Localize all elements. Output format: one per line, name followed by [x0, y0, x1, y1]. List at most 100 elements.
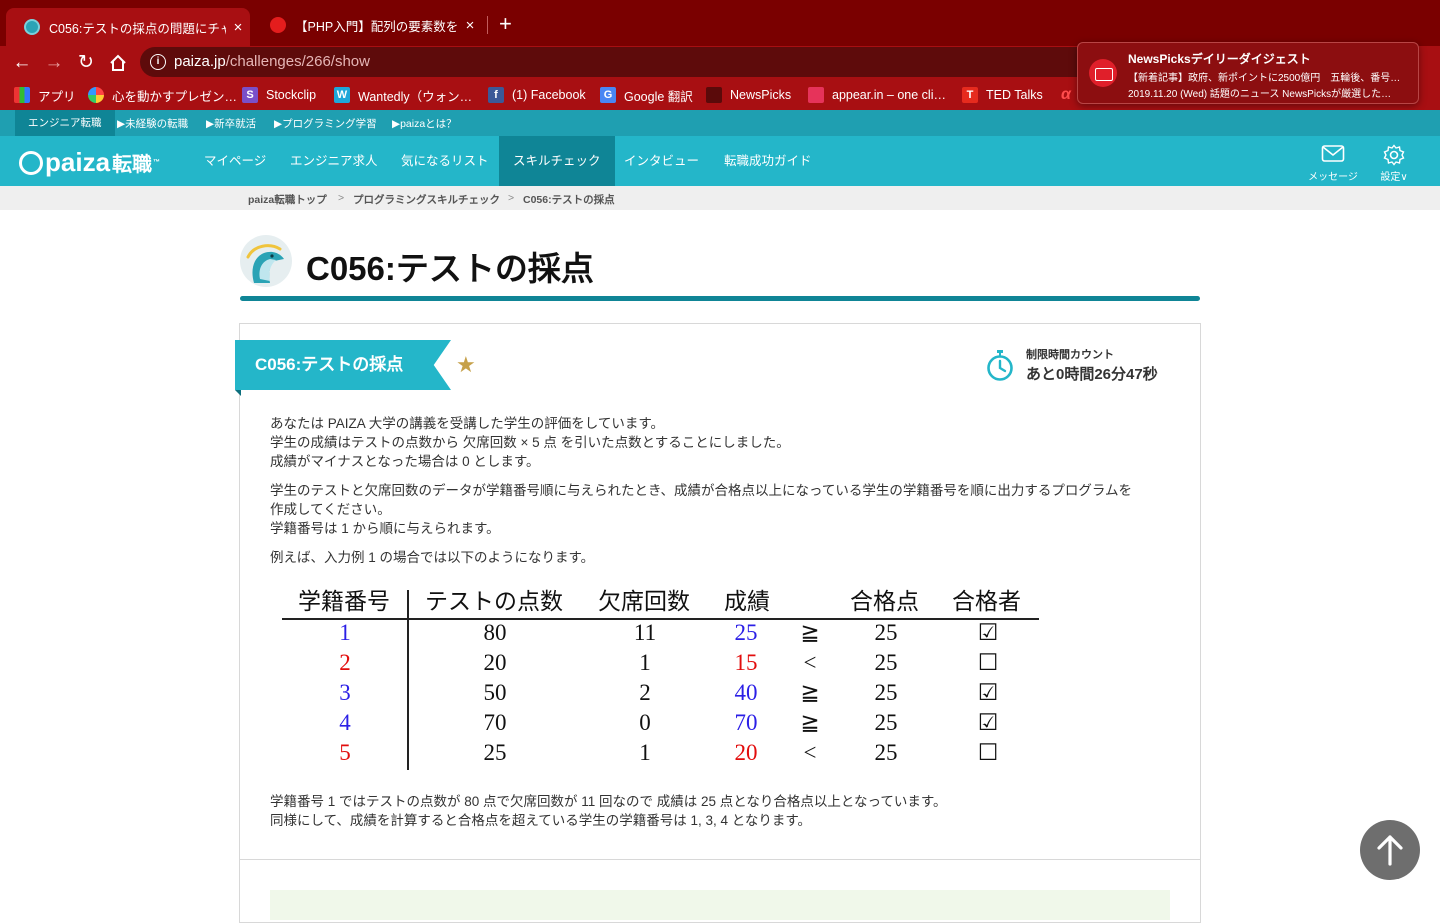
logo-suffix: 転職: [112, 154, 153, 176]
notification-title: NewsPicksデイリーダイジェスト: [1128, 52, 1311, 66]
problem-text-line: 成績がマイナスとなった場合は 0 とします。: [270, 454, 540, 469]
bookmark-facebook[interactable]: f (1) Facebook: [488, 85, 586, 105]
bookmark-ted[interactable]: T TED Talks: [962, 85, 1043, 105]
paiza-logo-mark-icon: [19, 150, 43, 175]
tab-divider: [487, 16, 488, 34]
appearin-icon: [808, 87, 824, 103]
paiza-logo[interactable]: paiza 転職 ™: [19, 147, 160, 178]
nav-interview[interactable]: インタビュー: [610, 136, 713, 186]
bookmark-appearin[interactable]: appear.in – one cli…: [808, 85, 946, 105]
cell-student-id: 3: [339, 680, 351, 705]
settings-button[interactable]: 設定∨: [1364, 144, 1424, 183]
ted-icon: T: [962, 87, 978, 103]
site-info-icon[interactable]: i: [150, 54, 166, 70]
chevron-down-icon: ∨: [1400, 172, 1408, 183]
cell-comparison: ≧: [800, 620, 820, 645]
breadcrumb-top[interactable]: paiza転職トップ: [248, 192, 327, 207]
subnav-new-grad[interactable]: ▶新卒就活: [206, 116, 256, 131]
bird-mascot-icon: [240, 235, 292, 287]
bookmark-label: Google 翻訳: [624, 89, 693, 104]
bookmark-newspicks[interactable]: NewsPicks: [706, 85, 791, 105]
cell-absences: 1: [639, 650, 651, 675]
alpha-icon: α: [1061, 86, 1071, 103]
breadcrumb-separator: >: [338, 192, 345, 204]
table-header-absences: 欠席回数: [598, 589, 690, 614]
cell-passed-checkbox: ☑: [977, 680, 999, 705]
bookmark-stockclip[interactable]: S Stockclip: [242, 85, 316, 105]
bookmark-wantedly[interactable]: W Wantedly（ウォン…: [334, 85, 472, 105]
cell-grade: 15: [734, 650, 758, 675]
explanation-line: 学籍番号 1 ではテストの点数が 80 点で欠席回数が 11 回なので 成績は …: [270, 794, 947, 809]
cell-pass-mark: 25: [874, 620, 898, 645]
breadcrumb-current: C056:テストの採点: [523, 194, 615, 206]
nav-favorites[interactable]: 気になるリスト: [387, 136, 503, 186]
bookmark-label: (1) Facebook: [512, 88, 586, 102]
cell-pass-mark: 25: [874, 650, 898, 675]
back-arrow-icon[interactable]: ←: [9, 50, 35, 76]
nav-mypage[interactable]: マイページ: [190, 136, 280, 186]
mail-notification-icon: [1089, 59, 1117, 87]
messages-label: メッセージ: [1308, 172, 1358, 183]
cell-comparison: ≧: [800, 680, 820, 705]
problem-text-line: 学生の成績はテストの点数から 欠席回数 × 5 点 を引いた点数とすることにしま…: [270, 435, 790, 450]
tab-close-icon[interactable]: ×: [458, 17, 482, 34]
nav-skill-check[interactable]: スキルチェック: [499, 136, 615, 186]
new-tab-button[interactable]: +: [499, 12, 512, 36]
red-circle-favicon-icon: [270, 17, 286, 33]
cell-comparison: <: [803, 740, 817, 765]
cell-test-score: 80: [483, 620, 507, 645]
subnav-programming-learning[interactable]: ▶プログラミング学習: [274, 116, 377, 131]
site-subnav: エンジニア転職 ▶未経験の転職 ▶新卒就活 ▶プログラミング学習 ▶paizaと…: [0, 110, 1440, 136]
nav-success-guide[interactable]: 転職成功ガイド: [710, 136, 826, 186]
bookmark-presentation[interactable]: 心を動かすプレゼン…: [88, 85, 237, 105]
forward-arrow-icon[interactable]: →: [41, 50, 67, 76]
cell-test-score: 25: [483, 740, 507, 765]
tab-close-icon[interactable]: ×: [226, 19, 250, 36]
cell-absences: 0: [639, 710, 651, 735]
cell-comparison: ≧: [800, 710, 820, 735]
subnav-about-paiza[interactable]: ▶paizaとは？: [392, 116, 457, 131]
tab-paiza-challenge[interactable]: C056:テストの採点の問題にチャレ ×: [6, 8, 250, 46]
cell-pass-mark: 25: [874, 740, 898, 765]
cell-student-id: 4: [339, 710, 351, 735]
bookmark-label: アプリ: [38, 89, 76, 104]
cell-passed-checkbox: ☐: [977, 740, 999, 765]
messages-button[interactable]: メッセージ: [1303, 144, 1363, 183]
nav-engineer-jobs[interactable]: エンジニア求人: [276, 136, 392, 186]
cell-absences: 1: [639, 740, 651, 765]
problem-text-line: 作成してください。: [270, 502, 391, 517]
problem-text-line: 学生のテストと欠席回数のデータが学籍番号順に与えられたとき、成績が合格点以上にな…: [270, 483, 1132, 498]
reload-icon[interactable]: ↻: [73, 50, 99, 76]
site-main-nav: paiza 転職 ™ マイページ エンジニア求人 気になるリスト スキルチェック イ…: [0, 136, 1440, 186]
section-divider: [240, 859, 1200, 860]
problem-text-line: 学籍番号は 1 から順に与えられます。: [270, 521, 500, 536]
newspicks-icon: [706, 87, 722, 103]
breadcrumb-skill-check[interactable]: プログラミングスキルチェック: [353, 192, 500, 207]
address-bar[interactable]: i paiza.jp/challenges/266/show: [140, 47, 1140, 77]
url-path: /challenges/266/show: [225, 53, 370, 70]
newspicks-notification[interactable]: NewsPicksデイリーダイジェスト 【新着記事】政府、新ポイントに2500億…: [1077, 42, 1419, 104]
cell-passed-checkbox: ☑: [977, 710, 999, 735]
cell-student-id: 1: [339, 620, 351, 645]
problem-card: C056:テストの採点 ★ 制限時間カウント あと0時間26分47秒 あなたは …: [235, 323, 1201, 923]
star-icon[interactable]: ★: [456, 352, 476, 378]
bookmark-label: NewsPicks: [730, 88, 792, 102]
breadcrumb-separator: >: [508, 192, 515, 204]
table-column-rule: [407, 590, 409, 770]
timer-label: 制限時間カウント: [1026, 349, 1114, 361]
subnav-inexperienced[interactable]: ▶未経験の転職: [117, 116, 188, 131]
cell-grade: 40: [734, 680, 758, 705]
cell-passed-checkbox: ☐: [977, 650, 999, 675]
bookmark-label: 心を動かすプレゼン…: [112, 89, 238, 104]
problem-ribbon-title: C056:テストの採点: [235, 340, 451, 390]
bookmark-google-translate[interactable]: G Google 翻訳: [600, 85, 693, 105]
gear-icon: [1364, 144, 1424, 168]
notification-line-2: 2019.11.20 (Wed) 話題のニュース NewsPicksが厳選した…: [1128, 89, 1392, 100]
bookmark-apps[interactable]: アプリ: [14, 85, 76, 105]
scroll-to-top-button[interactable]: [1360, 820, 1420, 880]
home-icon[interactable]: [105, 50, 131, 76]
subnav-engineer-job[interactable]: エンジニア転職: [15, 110, 115, 136]
paiza-favicon-icon: [24, 19, 40, 35]
tab-php-article[interactable]: 【PHP入門】配列の要素数を数える ×: [252, 9, 482, 41]
arrow-up-icon: [1377, 835, 1403, 866]
